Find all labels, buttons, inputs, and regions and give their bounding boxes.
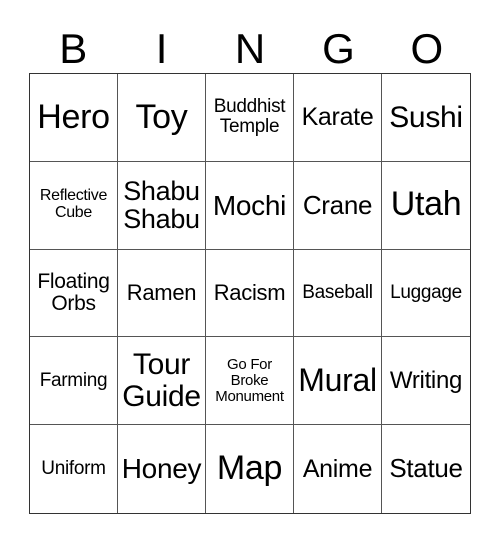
bingo-cell[interactable]: Honey	[118, 425, 206, 513]
header-letter-n: N	[234, 25, 266, 72]
bingo-cell[interactable]: Anime	[294, 425, 382, 513]
bingo-header: B I N G O	[29, 26, 471, 72]
bingo-cell[interactable]: Hero	[30, 74, 118, 162]
bingo-cell[interactable]: Buddhist Temple	[206, 74, 294, 162]
bingo-cell[interactable]: Reflective Cube	[30, 161, 118, 250]
bingo-cell[interactable]: Writing	[382, 337, 470, 426]
bingo-cell[interactable]: Utah	[382, 162, 470, 250]
bingo-cell[interactable]: Racism	[206, 249, 294, 338]
bingo-cell[interactable]: Sushi	[382, 74, 470, 162]
bingo-cell[interactable]: Farming	[30, 337, 118, 426]
bingo-cell[interactable]: Shabu Shabu	[118, 161, 206, 250]
bingo-cell[interactable]: Map	[206, 425, 294, 513]
header-letter-g: G	[322, 25, 355, 72]
bingo-cell[interactable]: Floating Orbs	[30, 249, 118, 338]
bingo-cell[interactable]: Tour Guide	[118, 337, 206, 426]
bingo-grid: Hero Toy Buddhist Temple Karate Sushi Reflect…	[29, 73, 471, 514]
header-letter-b: B	[59, 25, 88, 72]
bingo-cell[interactable]: Ramen	[118, 249, 206, 338]
bingo-cell[interactable]: Mochi	[206, 161, 294, 250]
bingo-cell[interactable]: Mural	[294, 337, 382, 426]
bingo-cell[interactable]: Baseball	[294, 249, 382, 338]
bingo-cell[interactable]: Uniform	[30, 425, 118, 513]
bingo-cell[interactable]: Crane	[294, 161, 382, 250]
header-letter-i: I	[155, 25, 168, 72]
bingo-cell[interactable]: Go For Broke Monument	[206, 337, 294, 426]
bingo-cell[interactable]: Toy	[118, 74, 206, 162]
bingo-cell[interactable]: Karate	[294, 74, 382, 162]
bingo-cell[interactable]: Luggage	[382, 250, 470, 338]
header-letter-o: O	[410, 25, 444, 72]
bingo-cell[interactable]: Statue	[382, 425, 470, 513]
